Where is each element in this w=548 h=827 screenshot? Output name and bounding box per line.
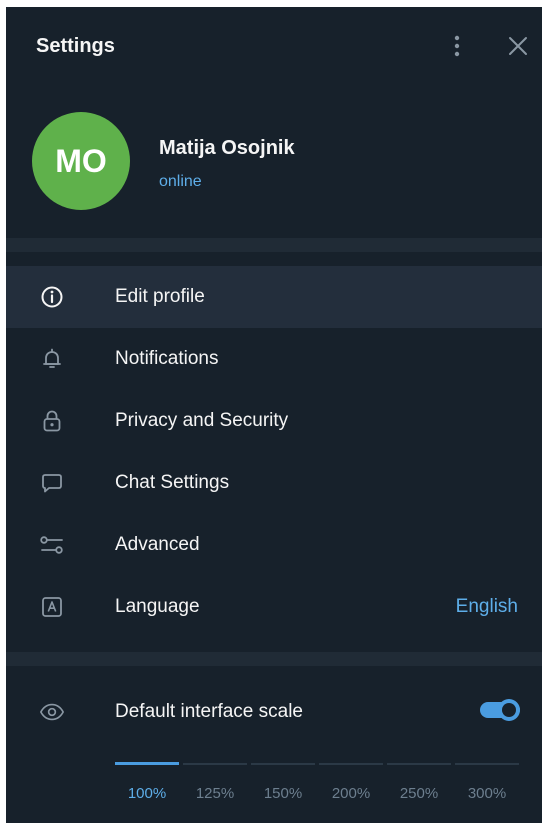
profile-section[interactable]: MO Matija Osojnik online: [6, 87, 542, 237]
menu-item-chat-settings[interactable]: Chat Settings: [6, 452, 542, 514]
scale-segment-200[interactable]: [319, 763, 383, 765]
vertical-dots-icon[interactable]: [442, 31, 472, 61]
scale-segment-125[interactable]: [183, 763, 247, 765]
avatar-initials: MO: [55, 142, 107, 179]
sliders-icon: [39, 532, 65, 558]
settings-header: Settings: [6, 7, 542, 87]
scale-segment-100[interactable]: [115, 762, 179, 765]
scale-segment-300[interactable]: [455, 763, 519, 765]
scale-segment-150[interactable]: [251, 763, 315, 765]
scale-option-250[interactable]: 250%: [387, 785, 451, 802]
menu-item-privacy-security[interactable]: Privacy and Security: [6, 390, 542, 452]
scale-slider[interactable]: 100% 125% 150% 200% 250% 300%: [115, 761, 520, 811]
menu-item-language[interactable]: Language English: [6, 576, 542, 638]
bell-icon: [39, 346, 65, 372]
scale-option-200[interactable]: 200%: [319, 785, 383, 802]
language-icon: [39, 594, 65, 620]
info-icon: [39, 284, 65, 310]
scale-option-100[interactable]: 100%: [115, 785, 179, 802]
scale-option-300[interactable]: 300%: [455, 785, 519, 802]
chat-bubble-icon: [39, 470, 65, 496]
menu-item-label: Privacy and Security: [115, 410, 289, 431]
scale-segment-250[interactable]: [387, 763, 451, 765]
page-title: Settings: [36, 35, 115, 57]
scale-option-125[interactable]: 125%: [183, 785, 247, 802]
settings-panel: Settings MO Matija Osojnik online Edit p…: [6, 7, 542, 823]
menu-item-label: Language: [115, 596, 200, 617]
section-divider: [6, 652, 542, 666]
menu-item-label: Notifications: [115, 348, 219, 369]
menu-item-notifications[interactable]: Notifications: [6, 328, 542, 390]
section-divider: [6, 238, 542, 252]
menu-item-label: Edit profile: [115, 286, 205, 307]
menu-item-edit-profile[interactable]: Edit profile: [6, 266, 542, 328]
menu-item-advanced[interactable]: Advanced: [6, 514, 542, 576]
close-icon[interactable]: [503, 31, 533, 61]
interface-scale-row[interactable]: Default interface scale: [6, 681, 542, 743]
avatar[interactable]: MO: [32, 112, 130, 210]
interface-scale-toggle[interactable]: [480, 699, 520, 721]
scale-option-150[interactable]: 150%: [251, 785, 315, 802]
profile-name: Matija Osojnik: [159, 137, 295, 159]
interface-scale-label: Default interface scale: [115, 701, 303, 722]
toggle-knob: [498, 699, 520, 721]
menu-item-label: Advanced: [115, 534, 200, 555]
language-value: English: [455, 596, 518, 617]
eye-icon: [39, 699, 65, 725]
lock-icon: [39, 408, 65, 434]
settings-menu: Edit profile Notifications Privacy and S…: [6, 266, 542, 638]
menu-item-label: Chat Settings: [115, 472, 230, 493]
profile-status: online: [159, 173, 202, 190]
